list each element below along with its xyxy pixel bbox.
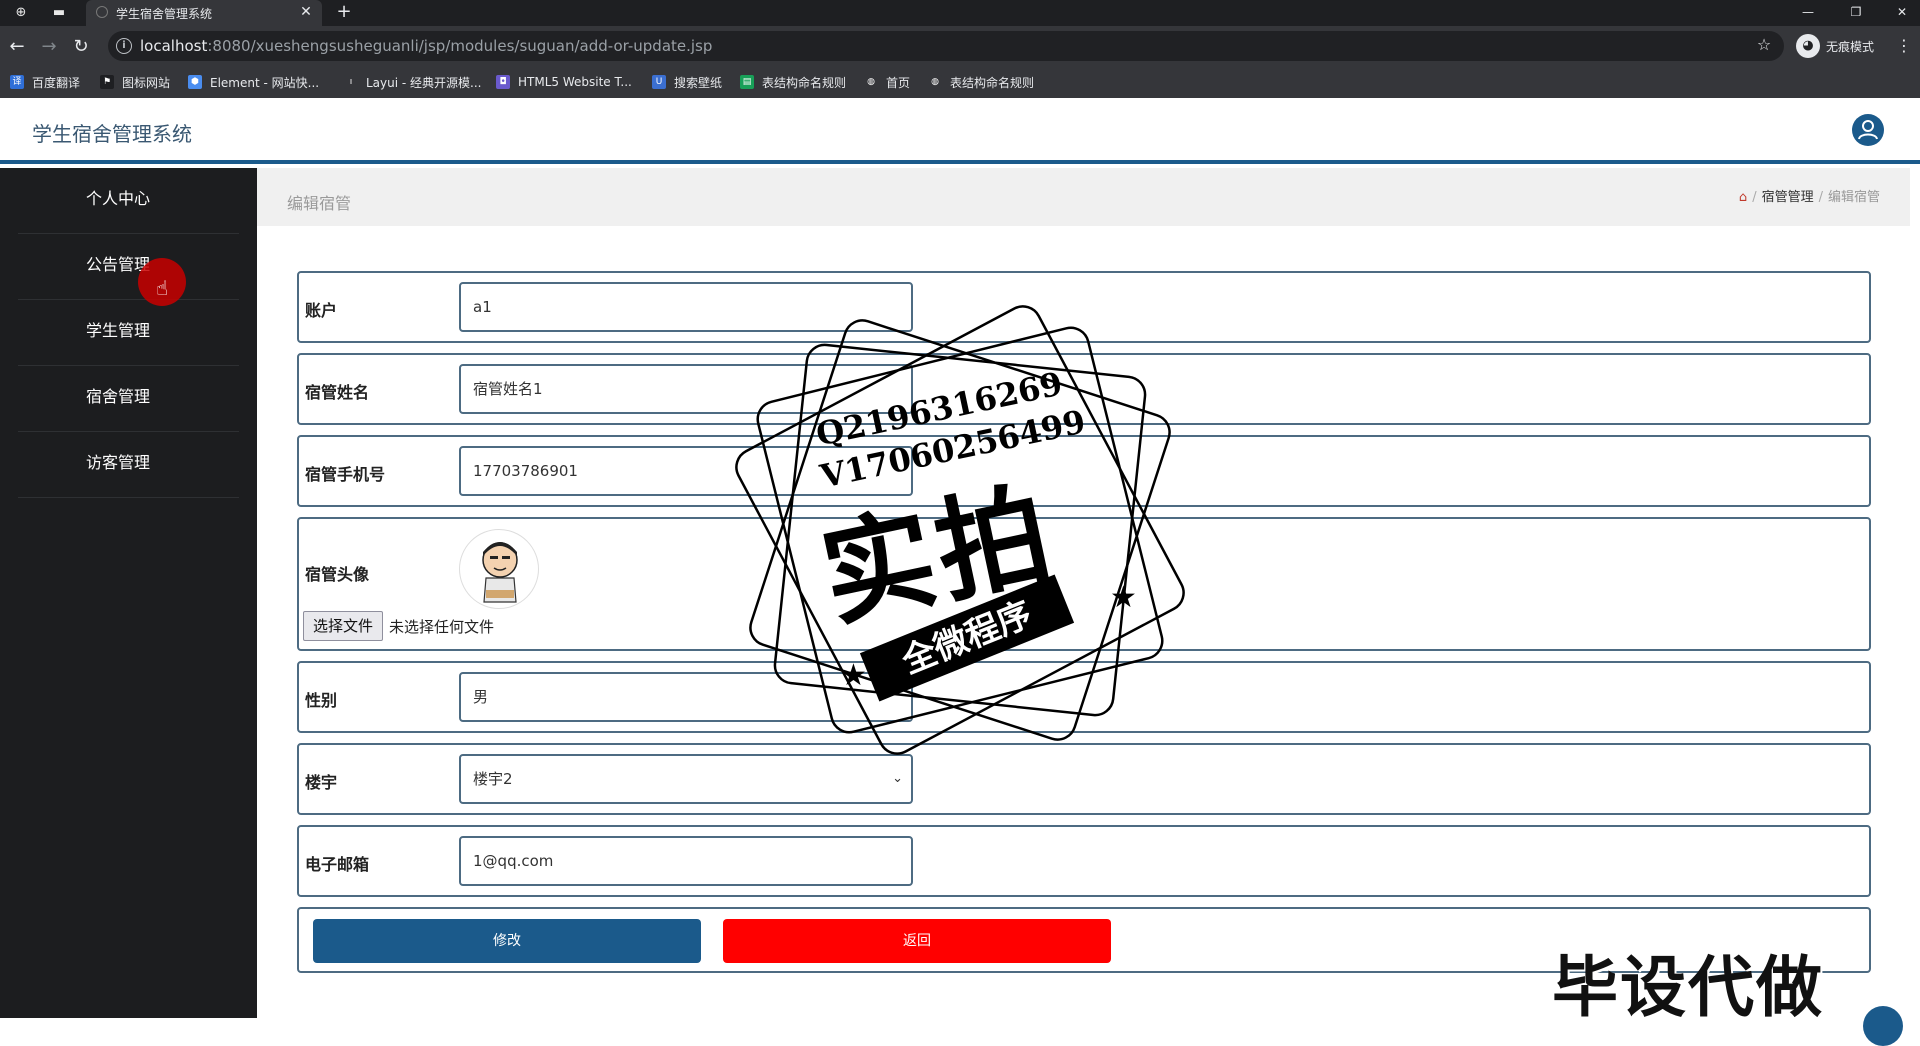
user-silhouette-icon — [1858, 120, 1878, 140]
home-icon[interactable]: ⌂ — [1739, 190, 1747, 205]
html5-template-icon: ◘ — [496, 75, 510, 89]
submit-button[interactable]: 修改 — [313, 919, 701, 963]
tab-close-icon[interactable]: ✕ — [298, 3, 314, 21]
breadcrumb: ⌂ / 宿管管理 / 编辑宿管 — [1738, 190, 1880, 205]
sidebar-item-notice[interactable]: 公告管理 — [0, 234, 257, 300]
bookmark-item[interactable]: ◘ HTML5 Website T... — [496, 72, 632, 92]
sidebar-item-personal-center[interactable]: 个人中心 — [0, 168, 257, 234]
bookmark-item[interactable]: 译百度翻译 — [10, 72, 80, 92]
tab-favicon-icon — [96, 6, 108, 18]
reload-icon[interactable]: ↻ — [70, 36, 92, 58]
window-close-icon[interactable]: ✕ — [1892, 2, 1912, 22]
wallpaper-icon: U — [652, 75, 666, 89]
bookmark-item[interactable]: ◍ 表结构命名规则 — [928, 72, 1034, 92]
sidebar-item-label: 宿舍管理 — [86, 387, 151, 406]
breadcrumb-parent[interactable]: 宿管管理 — [1762, 190, 1814, 205]
star-icon: ★ — [840, 658, 867, 693]
bookmark-item[interactable]: ⚑ 图标网站 — [100, 72, 170, 92]
restore-icon[interactable]: ❐ — [1846, 2, 1866, 22]
bookmark-star-icon[interactable]: ☆ — [1754, 35, 1774, 55]
minimize-icon[interactable]: — — [1798, 2, 1818, 22]
tab-search-icon[interactable]: ▬ — [50, 4, 68, 22]
globe-icon: ◍ — [928, 75, 942, 89]
user-icon[interactable] — [1852, 114, 1884, 146]
page-banner: 编辑宿管 ⌂ / 宿管管理 / 编辑宿管 — [257, 168, 1910, 226]
watermark-stamp: Q2196316269 V17060256499 实拍 全微程序 ★ ★ — [720, 290, 1200, 770]
incognito-icon: ◕ — [1796, 34, 1820, 58]
name-label: 宿管姓名 — [305, 383, 370, 402]
sidebar-item-label: 个人中心 — [86, 189, 151, 208]
watermark-bottom: 毕设代做 — [1552, 949, 1824, 1026]
email-input[interactable]: 1@qq.com — [459, 836, 913, 886]
bookmark-item[interactable]: ▤ 表结构命名规则 — [740, 72, 846, 92]
element-logo-icon: ⬢ — [188, 75, 202, 89]
breadcrumb-current: 编辑宿管 — [1827, 190, 1880, 205]
bookmark-item[interactable]: ◍ 首页 — [864, 72, 910, 92]
bookmark-item[interactable]: ı Layui - 经典开源模... — [344, 72, 481, 92]
url-text: localhost:8080/xueshengsusheguanli/jsp/m… — [140, 37, 713, 55]
email-label: 电子邮箱 — [305, 855, 370, 874]
incognito-label: 无痕模式 — [1826, 40, 1875, 54]
sheet-icon: ▤ — [740, 75, 754, 89]
address-bar[interactable]: i localhost:8080/xueshengsusheguanli/jsp… — [108, 31, 1784, 61]
choose-file-button[interactable]: 选择文件 — [303, 611, 383, 641]
divider — [18, 497, 239, 498]
sidebar: 个人中心 公告管理 学生管理 宿舍管理 访客管理 ☝ — [0, 168, 257, 1018]
forward-arrow-icon[interactable]: → — [38, 36, 60, 58]
building-label: 楼宇 — [305, 773, 338, 792]
bookmarks-bar: 译百度翻译 ⚑ 图标网站 ⬢ Element - 网站快... ı Layui - 经… — [0, 66, 1920, 98]
new-tab-icon[interactable]: + — [334, 2, 354, 22]
bookmark-item[interactable]: ⬢ Element - 网站快... — [188, 72, 319, 92]
sidebar-item-student[interactable]: 学生管理 — [0, 300, 257, 366]
browser-menu-icon[interactable]: ⋮ — [1896, 36, 1912, 56]
avatar-label: 宿管头像 — [305, 565, 370, 584]
app-header: 学生宿舍管理系统 — [0, 98, 1920, 164]
browser-toolbar: ← → ↻ i localhost:8080/xueshengsusheguan… — [0, 26, 1920, 66]
avatar-image — [459, 529, 539, 609]
sidebar-item-visitor[interactable]: 访客管理 — [0, 432, 257, 498]
sidebar-item-dormitory[interactable]: 宿舍管理 — [0, 366, 257, 432]
sidebar-item-label: 学生管理 — [86, 321, 151, 340]
account-label: 账户 — [305, 301, 338, 320]
browser-tab-strip: ⊕ ▬ 学生宿舍管理系统 ✕ + — ❐ ✕ — [0, 0, 1920, 26]
layui-logo-icon: ı — [344, 75, 358, 89]
flag-icon: ⚑ — [100, 75, 114, 89]
tab-title: 学生宿舍管理系统 — [116, 7, 213, 21]
cartoon-avatar-icon — [482, 542, 518, 603]
site-info-icon[interactable]: i — [116, 38, 132, 54]
form-row-email: 电子邮箱 1@qq.com — [297, 825, 1871, 897]
building-selected-value: 楼宇2 — [473, 770, 513, 788]
globe-icon: ◍ — [864, 75, 878, 89]
app-title: 学生宿舍管理系统 — [32, 122, 192, 146]
bookmark-item[interactable]: U 搜索壁纸 — [652, 72, 722, 92]
page-title: 编辑宿管 — [287, 194, 352, 213]
bookmark-favicon-icon: 译 — [10, 75, 24, 89]
hand-cursor-icon: ☝ — [156, 276, 169, 300]
chrome-menu-icon[interactable]: ⊕ — [12, 4, 30, 22]
file-status-text: 未选择任何文件 — [389, 618, 495, 636]
scroll-top-icon[interactable] — [1863, 1006, 1903, 1046]
phone-label: 宿管手机号 — [305, 465, 386, 484]
star-icon: ★ — [1110, 580, 1137, 615]
gender-label: 性别 — [305, 691, 338, 710]
sidebar-item-label: 访客管理 — [86, 453, 151, 472]
back-arrow-icon[interactable]: ← — [6, 36, 28, 58]
back-button[interactable]: 返回 — [723, 919, 1111, 963]
